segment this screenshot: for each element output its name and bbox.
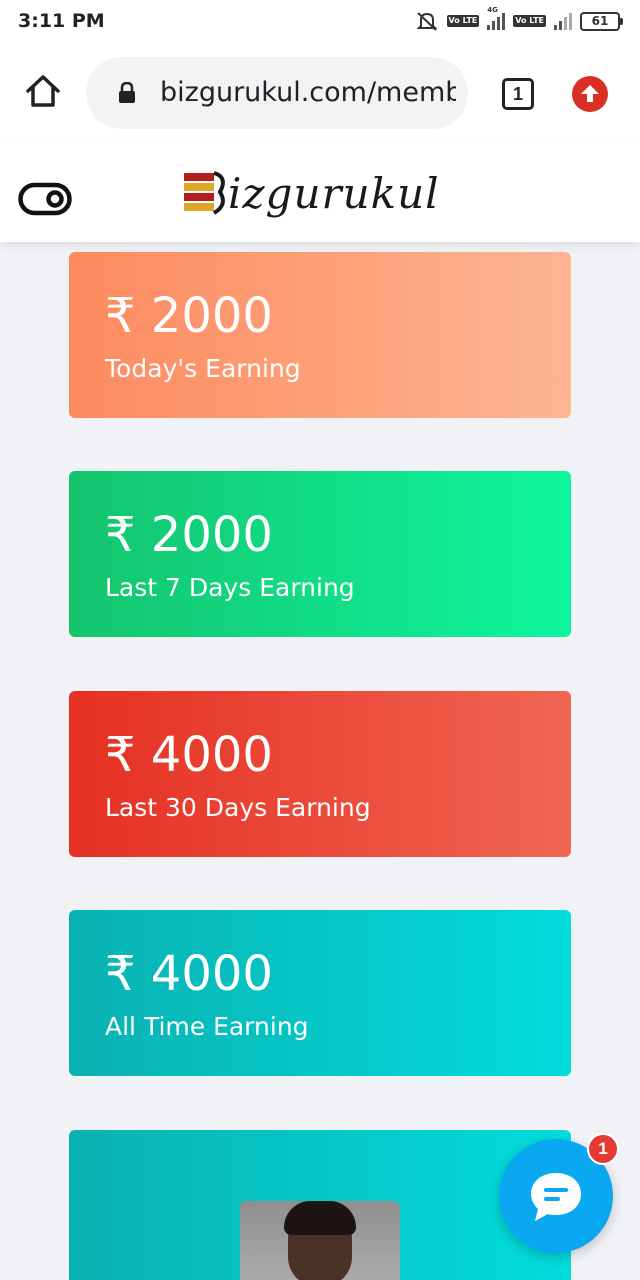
browser-toolbar: bizgurukul.com/memb 1 (0, 42, 640, 142)
arrow-up-icon (581, 85, 599, 102)
status-icons: Vo LTE 4G Vo LTE 61 (415, 6, 623, 32)
site-header: izgurukul (0, 142, 640, 242)
last-30-days-earning-card: ₹ 4000 Last 30 Days Earning (69, 691, 571, 857)
signal-icon: 4G (487, 6, 506, 30)
dashboard-content: ₹ 2000 Today's Earning ₹ 2000 Last 7 Day… (0, 242, 640, 1280)
volte-icon: Vo LTE (446, 15, 480, 27)
status-bar: 3:11 PM Vo LTE 4G Vo LTE 61 (0, 0, 640, 42)
home-icon[interactable] (24, 72, 62, 110)
profile-hair (284, 1201, 356, 1235)
battery-icon: 61 (580, 11, 623, 31)
card-amount: ₹ 4000 (105, 946, 273, 1002)
card-amount: ₹ 4000 (105, 727, 273, 783)
signal-icon-2 (554, 12, 572, 30)
card-amount: ₹ 2000 (105, 507, 273, 563)
card-amount: ₹ 2000 (105, 288, 273, 344)
last-7-days-earning-card: ₹ 2000 Last 7 Days Earning (69, 471, 571, 637)
site-logo[interactable]: izgurukul (184, 158, 440, 228)
profile-card (69, 1130, 571, 1280)
address-bar[interactable]: bizgurukul.com/memb (86, 57, 468, 129)
chat-bubble-icon (531, 1173, 581, 1221)
logo-text: izgurukul (228, 168, 440, 218)
all-time-earning-card: ₹ 4000 All Time Earning (69, 910, 571, 1076)
url-text: bizgurukul.com/memb (160, 77, 456, 108)
card-label: Today's Earning (105, 354, 301, 383)
menu-toggle-icon[interactable] (18, 182, 72, 216)
profile-photo (240, 1201, 400, 1280)
tab-switcher-button[interactable]: 1 (502, 78, 534, 110)
card-label: All Time Earning (105, 1012, 309, 1041)
todays-earning-card: ₹ 2000 Today's Earning (69, 252, 571, 418)
lock-icon (119, 82, 135, 103)
mute-bell-icon (416, 12, 437, 31)
card-label: Last 30 Days Earning (105, 793, 371, 822)
notification-badge: 1 (587, 1133, 619, 1165)
network-type: 4G (487, 6, 498, 14)
update-icon[interactable] (572, 76, 608, 112)
card-label: Last 7 Days Earning (105, 573, 355, 602)
volte-icon-2: Vo LTE (513, 15, 546, 27)
status-time: 3:11 PM (18, 10, 105, 32)
books-logo-icon (184, 171, 225, 215)
